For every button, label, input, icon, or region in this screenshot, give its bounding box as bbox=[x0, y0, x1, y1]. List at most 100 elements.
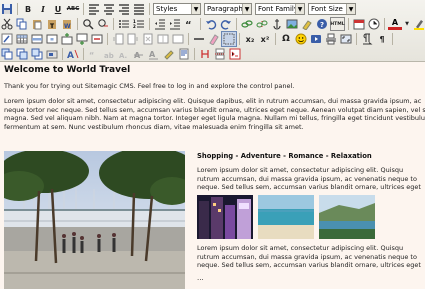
cell-props-icon[interactable] bbox=[45, 32, 59, 46]
toolbar-row-3: x₂ x² Ω ¶ bbox=[0, 31, 396, 47]
align-left-icon[interactable] bbox=[87, 2, 101, 16]
edit-css-icon[interactable] bbox=[0, 32, 14, 46]
insert-date-icon[interactable] bbox=[352, 17, 366, 31]
bold-button[interactable]: B bbox=[21, 2, 35, 16]
align-right-icon[interactable] bbox=[117, 2, 131, 16]
chevron-down-icon: ▼ bbox=[242, 4, 251, 14]
indent-icon[interactable] bbox=[168, 17, 182, 31]
unlink-icon[interactable] bbox=[255, 17, 269, 31]
replace-icon[interactable] bbox=[96, 17, 110, 31]
find-icon[interactable] bbox=[81, 17, 95, 31]
subscript-button[interactable]: x₂ bbox=[243, 32, 257, 46]
lorem-paragraph-1: Lorem ipsum dolor sit amet, consectetur … bbox=[4, 97, 425, 131]
insert-layer-icon[interactable] bbox=[0, 47, 14, 61]
italic-button[interactable]: I bbox=[36, 2, 50, 16]
rtl-pilcrow-button[interactable]: ¶ bbox=[375, 32, 389, 46]
move-forward-icon[interactable] bbox=[15, 47, 29, 61]
page-break-icon[interactable] bbox=[213, 47, 227, 61]
strikethrough-button[interactable]: ABC bbox=[66, 2, 80, 16]
template-icon[interactable] bbox=[177, 47, 191, 61]
ltr-icon[interactable] bbox=[360, 32, 374, 46]
toolbar-row-4: A “ ab A. A A bbox=[0, 46, 243, 62]
row-props-icon[interactable] bbox=[30, 32, 44, 46]
merge-cells-icon[interactable] bbox=[171, 32, 185, 46]
paste-icon[interactable] bbox=[30, 17, 44, 31]
insert-col-after-icon[interactable] bbox=[126, 32, 140, 46]
separator bbox=[77, 18, 78, 30]
editor-content-area[interactable]: Welcome to World Travel Thank you for tr… bbox=[0, 62, 425, 289]
insert-row-before-icon[interactable] bbox=[60, 32, 74, 46]
paragraph-select[interactable]: Paragraph ▼ bbox=[204, 3, 252, 15]
html-block-icon[interactable] bbox=[228, 47, 242, 61]
emoticons-icon[interactable] bbox=[294, 32, 308, 46]
remove-format-icon[interactable] bbox=[207, 32, 221, 46]
ins-icon[interactable]: A bbox=[147, 47, 161, 61]
help-icon[interactable]: ? bbox=[315, 17, 329, 31]
cite-icon[interactable]: “ bbox=[87, 47, 101, 61]
separator bbox=[239, 33, 240, 45]
undo-icon[interactable] bbox=[204, 17, 218, 31]
font-size-select-value: Font Size bbox=[311, 5, 343, 13]
align-justify-icon[interactable] bbox=[132, 2, 146, 16]
save-icon[interactable] bbox=[0, 2, 14, 16]
media-icon[interactable] bbox=[309, 32, 323, 46]
html-source-button[interactable]: HTML bbox=[330, 17, 345, 31]
text-line: rutrum accumsan, dui massa gravida ipsum… bbox=[197, 174, 417, 183]
bullet-list-icon[interactable] bbox=[117, 17, 131, 31]
underline-button[interactable]: U bbox=[51, 2, 65, 16]
font-family-select[interactable]: Font Family ▼ bbox=[255, 3, 305, 15]
cut-icon[interactable] bbox=[0, 17, 14, 31]
print-icon[interactable] bbox=[324, 32, 338, 46]
absolute-position-icon[interactable] bbox=[45, 47, 59, 61]
separator bbox=[384, 18, 385, 30]
font-color-button[interactable]: A bbox=[388, 18, 402, 30]
attributes-icon[interactable] bbox=[162, 47, 176, 61]
lorem-paragraph-3: Lorem ipsum dolor sit amet, consectetur … bbox=[197, 244, 421, 270]
align-center-icon[interactable] bbox=[102, 2, 116, 16]
styles-select[interactable]: Styles ▼ bbox=[153, 3, 201, 15]
visual-aid-icon[interactable] bbox=[221, 31, 237, 47]
split-cells-icon[interactable] bbox=[156, 32, 170, 46]
font-size-select[interactable]: Font Size ▼ bbox=[308, 3, 356, 15]
abbr-icon[interactable]: ab bbox=[102, 47, 116, 61]
svg-text:?: ? bbox=[320, 21, 324, 29]
style-props-icon[interactable]: A bbox=[66, 47, 80, 61]
highlight-color-icon[interactable] bbox=[412, 17, 425, 31]
anchor-icon[interactable] bbox=[270, 17, 284, 31]
horizontal-rule-icon[interactable] bbox=[192, 32, 206, 46]
numbered-list-icon[interactable]: 12 bbox=[132, 17, 146, 31]
paste-word-icon[interactable]: W bbox=[60, 17, 74, 31]
text-line: neque tortor nec neque. Sed tellus sem, … bbox=[4, 105, 425, 114]
special-char-button[interactable]: Ω bbox=[279, 32, 293, 46]
cleanup-icon[interactable] bbox=[300, 17, 314, 31]
copy-icon[interactable] bbox=[15, 17, 29, 31]
non-breaking-icon[interactable] bbox=[198, 47, 212, 61]
outdent-icon[interactable] bbox=[153, 17, 167, 31]
image-icon[interactable] bbox=[285, 17, 299, 31]
link-icon[interactable] bbox=[240, 17, 254, 31]
paste-text-icon[interactable]: T bbox=[45, 17, 59, 31]
insert-table-icon[interactable] bbox=[15, 32, 29, 46]
superscript-button[interactable]: x² bbox=[258, 32, 272, 46]
acronym-icon[interactable]: A. bbox=[117, 47, 131, 61]
editor-toolbar: B I U ABC Styles ▼ Paragraph ▼ Font Family… bbox=[0, 0, 425, 62]
delete-col-icon[interactable] bbox=[141, 32, 155, 46]
insert-col-before-icon[interactable] bbox=[111, 32, 125, 46]
fullscreen-icon[interactable] bbox=[339, 32, 353, 46]
separator bbox=[356, 33, 357, 45]
blockquote-icon[interactable]: “ bbox=[183, 17, 197, 31]
ellipsis-text: ... bbox=[197, 274, 204, 282]
separator bbox=[149, 3, 150, 15]
chevron-down-icon[interactable]: ▼ bbox=[403, 17, 411, 31]
text-line: Lorem ipsum dolor sit amet, consectetur … bbox=[197, 244, 404, 252]
insert-row-after-icon[interactable] bbox=[75, 32, 89, 46]
chevron-down-icon: ▼ bbox=[346, 4, 355, 14]
move-backward-icon[interactable] bbox=[30, 47, 44, 61]
del-icon[interactable]: A bbox=[132, 47, 146, 61]
delete-row-icon[interactable] bbox=[90, 32, 104, 46]
page-heading: Welcome to World Travel bbox=[4, 65, 131, 75]
insert-time-icon[interactable] bbox=[367, 17, 381, 31]
beach-thumbnail bbox=[258, 195, 314, 239]
redo-icon[interactable] bbox=[219, 17, 233, 31]
toolbar-row-1: B I U ABC Styles ▼ Paragraph ▼ Font Family… bbox=[0, 1, 359, 17]
